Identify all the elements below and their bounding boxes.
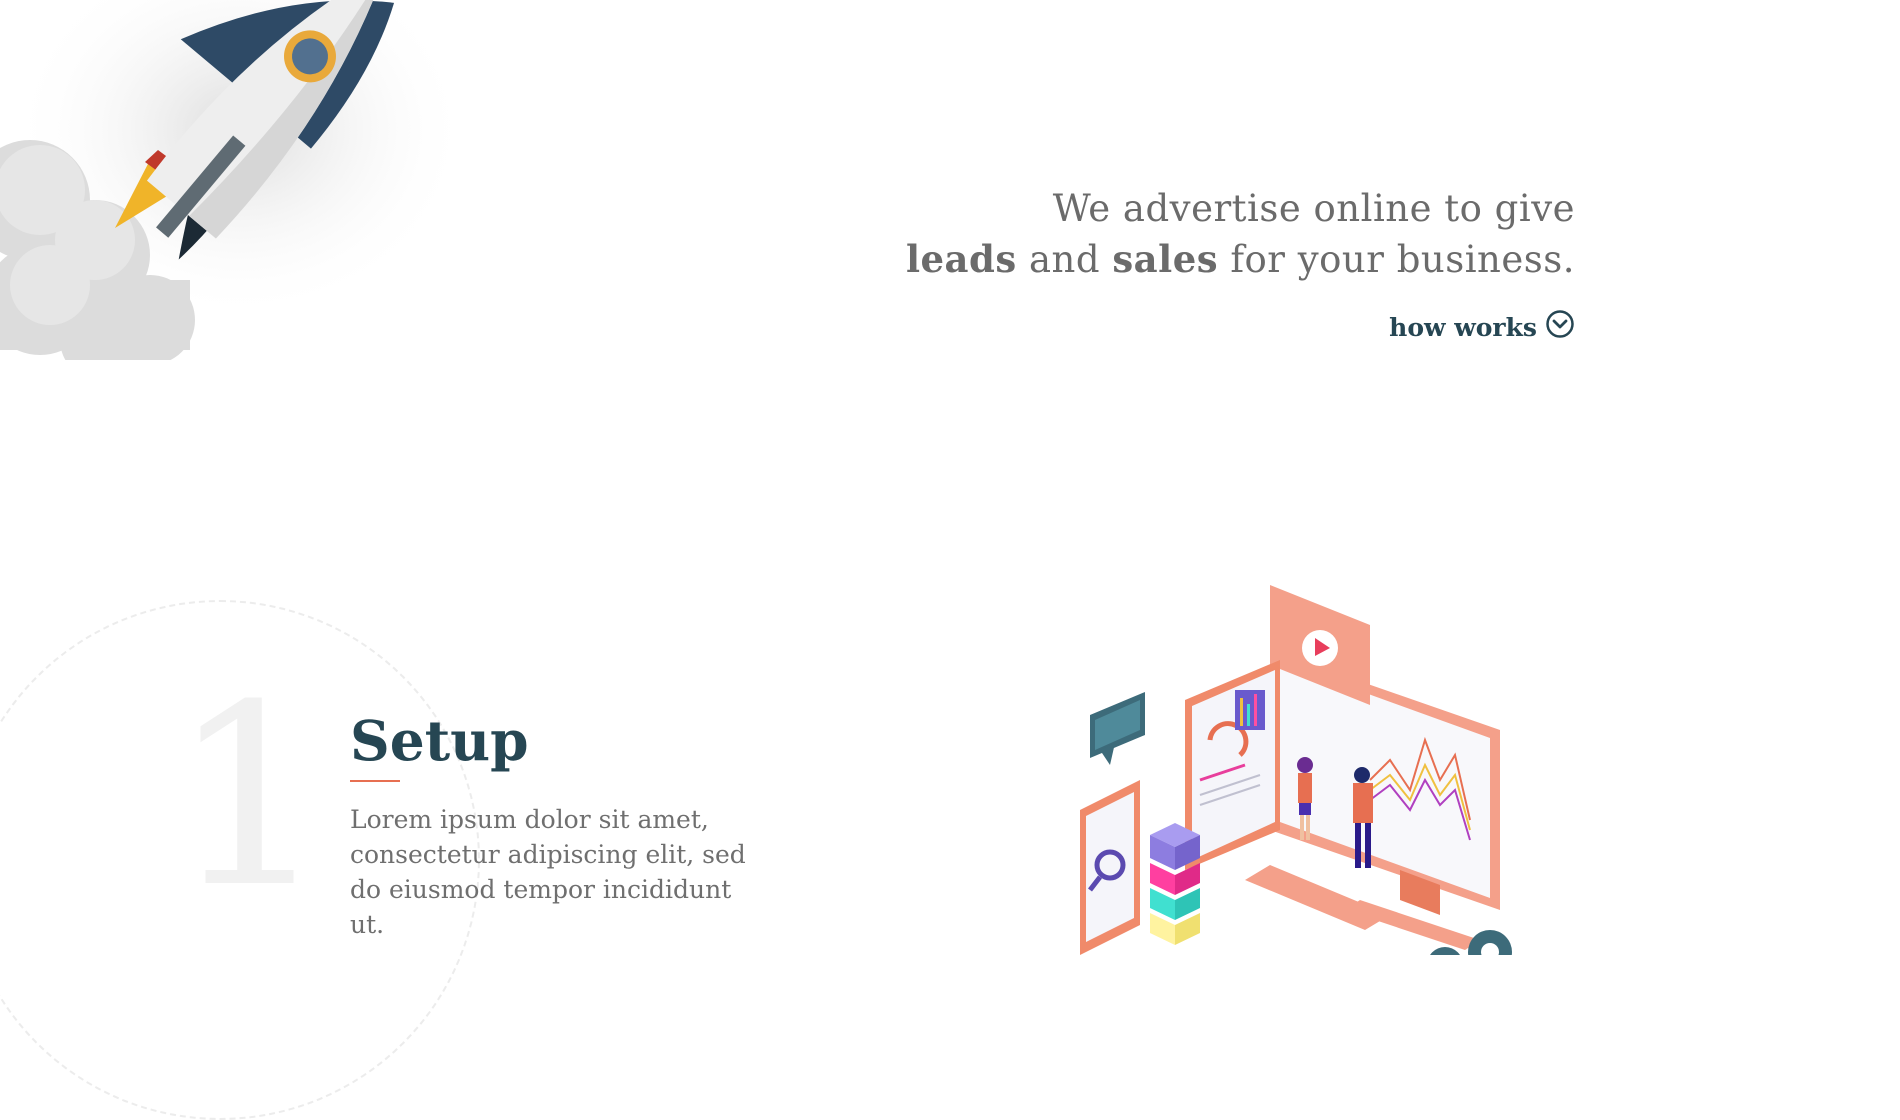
how-works-label: how works — [1389, 312, 1537, 342]
hero-line-2-end: for your business. — [1218, 238, 1575, 281]
step-description: Lorem ipsum dolor sit amet, consectetur … — [350, 805, 746, 939]
hero-line-2-mid: and — [1016, 238, 1113, 281]
hero-bold-sales: sales — [1112, 237, 1219, 281]
hero-line-2: leads and sales for your business. — [906, 234, 1575, 285]
rocket-illustration — [0, 0, 470, 380]
hero-bold-leads: leads — [905, 237, 1017, 281]
title-underline — [350, 780, 400, 782]
hero-headline: We advertise online to give leads and sa… — [906, 183, 1575, 285]
step-number: 1 — [170, 651, 330, 942]
hero-line-1: We advertise online to give — [1052, 187, 1575, 230]
step-title: Setup — [350, 708, 529, 773]
how-works-link[interactable]: how works — [1389, 309, 1575, 345]
chevron-down-circle-icon — [1545, 309, 1575, 345]
analytics-illustration — [1070, 580, 1550, 983]
